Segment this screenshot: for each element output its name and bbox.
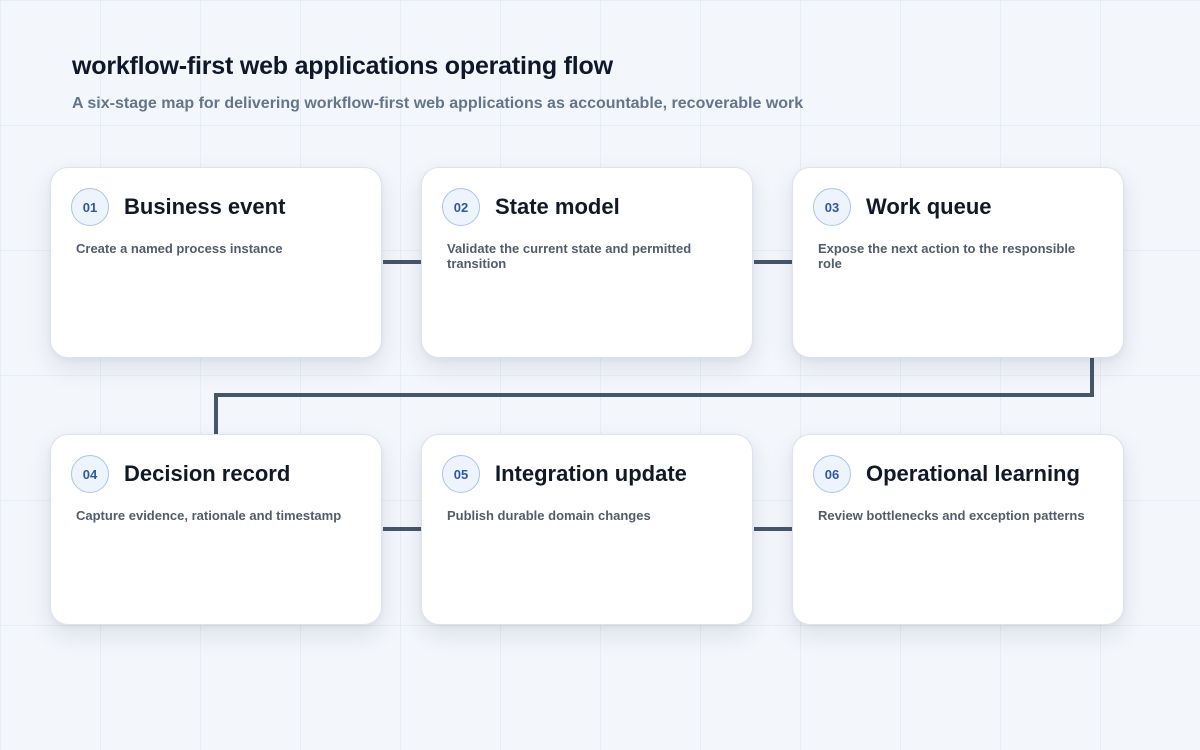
step-title: Operational learning: [866, 461, 1080, 486]
step-card-work-queue: 03 Work queue Expose the next action to …: [792, 167, 1124, 358]
step-card-decision-record: 04 Decision record Capture evidence, rat…: [50, 434, 382, 625]
step-description: Validate the current state and permitted…: [447, 241, 692, 271]
step-number-badge: 03: [813, 188, 851, 226]
step-title: Decision record: [124, 461, 291, 486]
step-description: Create a named process instance: [76, 241, 283, 256]
step-number-badge: 06: [813, 455, 851, 493]
step-card-business-event: 01 Business event Create a named process…: [50, 167, 382, 358]
step-card-operational-learning: 06 Operational learning Review bottlenec…: [792, 434, 1124, 625]
step-number-badge: 02: [442, 188, 480, 226]
step-card-integration-update: 05 Integration update Publish durable do…: [421, 434, 753, 625]
step-number-badge: 01: [71, 188, 109, 226]
step-description: Expose the next action to the responsibl…: [818, 241, 1076, 271]
step-title: Work queue: [866, 194, 992, 219]
connector-03-04: [214, 358, 1094, 434]
step-description: Capture evidence, rationale and timestam…: [76, 508, 342, 523]
step-title: Business event: [124, 194, 286, 219]
step-description: Review bottlenecks and exception pattern…: [818, 508, 1085, 523]
step-description: Publish durable domain changes: [447, 508, 651, 523]
step-title: State model: [495, 194, 620, 219]
step-number-badge: 04: [71, 455, 109, 493]
step-number-badge: 05: [442, 455, 480, 493]
flow-connectors: [214, 260, 1094, 531]
step-title: Integration update: [495, 461, 687, 486]
step-card-state-model: 02 State model Validate the current stat…: [421, 167, 753, 358]
